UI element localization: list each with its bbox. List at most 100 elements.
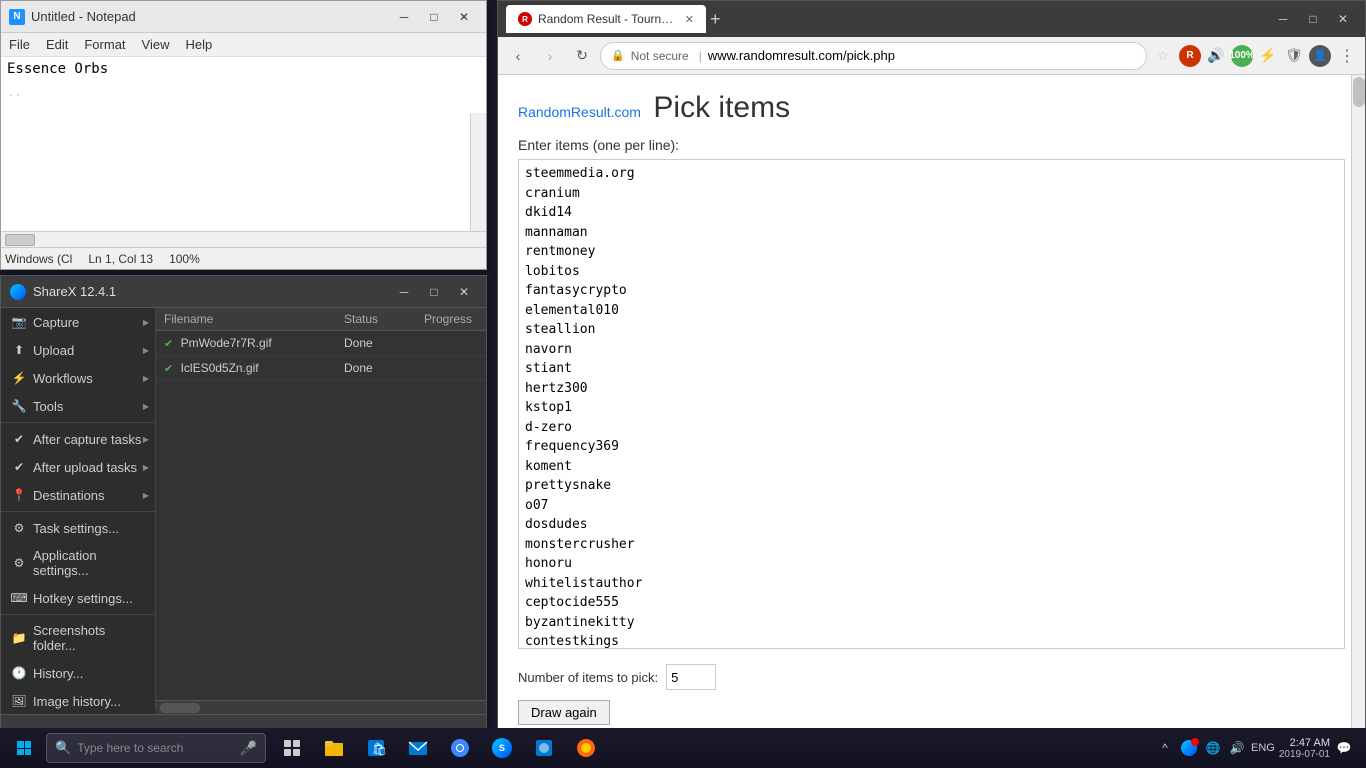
sidebar-item-upload[interactable]: ⬆ Upload	[1, 336, 155, 364]
sidebar-item-capture[interactable]: 📷 Capture	[1, 308, 155, 336]
taskbar-task-view[interactable]	[272, 728, 312, 768]
taskbar-file-explorer[interactable]	[314, 728, 354, 768]
sidebar-tools-label: Tools	[33, 399, 63, 414]
taskbar-voice-icon[interactable]: 🎤	[240, 740, 257, 757]
browser-active-tab[interactable]: R Random Result - Tournament dr... ✕	[506, 5, 706, 33]
row2-status: Done	[344, 361, 424, 375]
taskbar-firefox[interactable]	[566, 728, 606, 768]
browser-vscrollbar[interactable]	[1351, 75, 1365, 761]
destinations-icon: 📍	[11, 487, 27, 503]
col-status: Status	[344, 312, 424, 326]
tray-up-arrow-icon[interactable]: ^	[1155, 738, 1175, 758]
tools-icon: 🔧	[11, 398, 27, 414]
not-secure-label: Not secure	[631, 49, 689, 63]
browser-tab-close-button[interactable]: ✕	[685, 13, 694, 26]
sidebar-item-after-upload[interactable]: ✔ After upload tasks	[1, 453, 155, 481]
draw-again-button[interactable]: Draw again	[518, 700, 610, 725]
tray-notification-icon[interactable]: 💬	[1334, 738, 1354, 758]
notepad-menu-view[interactable]: View	[134, 35, 178, 54]
tray-sharex-icon[interactable]	[1179, 738, 1199, 758]
browser-minimize-button[interactable]: ─	[1269, 8, 1297, 30]
workflows-icon: ⚡	[11, 370, 27, 386]
sidebar-item-tools[interactable]: 🔧 Tools	[1, 392, 155, 420]
security-icon: 🔒	[611, 49, 625, 62]
browser-address-bar[interactable]: 🔒 Not secure | www.randomresult.com/pick…	[600, 42, 1147, 70]
sidebar-item-history[interactable]: 🕐 History...	[1, 659, 155, 687]
sharex-taskbar-icon: S	[492, 738, 512, 758]
sharex-minimize-button[interactable]: ─	[390, 281, 418, 303]
chrome-icon	[450, 738, 470, 758]
sidebar-item-workflows[interactable]: ⚡ Workflows	[1, 364, 155, 392]
sharex-main: Filename Status Progress ✔ PmWode7r7R.gi…	[156, 308, 486, 710]
browser-close-button[interactable]: ✕	[1329, 8, 1357, 30]
ext-icon-4[interactable]: ⚡	[1257, 45, 1279, 67]
taskbar-mail[interactable]	[398, 728, 438, 768]
browser-menu-button[interactable]: ⋮	[1335, 44, 1359, 68]
sidebar-item-screenshots-folder[interactable]: 📁 Screenshots folder...	[1, 617, 155, 659]
notepad-hscrollbar[interactable]	[1, 231, 486, 247]
notepad-minimize-button[interactable]: ─	[390, 6, 418, 28]
start-button[interactable]	[4, 728, 44, 768]
taskbar-photos[interactable]	[524, 728, 564, 768]
windows-logo-icon	[17, 741, 31, 755]
capture-icon: 📷	[11, 314, 27, 330]
notepad-statusbar: Windows (Cl Ln 1, Col 13 100%	[1, 247, 486, 269]
browser-window: R Random Result - Tournament dr... ✕ + ─…	[497, 0, 1366, 760]
notepad-menu-edit[interactable]: Edit	[38, 35, 76, 54]
tray-network-icon[interactable]: 🌐	[1203, 738, 1223, 758]
sidebar-item-after-capture[interactable]: ✔ After capture tasks	[1, 425, 155, 453]
site-link[interactable]: RandomResult.com	[518, 104, 641, 120]
sharex-maximize-button[interactable]: □	[420, 281, 448, 303]
tray-volume-icon[interactable]: 🔊	[1227, 738, 1247, 758]
notepad-maximize-button[interactable]: □	[420, 6, 448, 28]
sidebar-item-image-history[interactable]: 🖼 Image history...	[1, 687, 155, 710]
pick-number-input[interactable]	[666, 664, 716, 690]
browser-forward-button[interactable]: ›	[536, 42, 564, 70]
firefox-icon	[576, 738, 596, 758]
notepad-content: Essence Orbs	[7, 61, 468, 77]
browser-titlebar: R Random Result - Tournament dr... ✕ + ─…	[498, 1, 1365, 37]
notepad-close-button[interactable]: ✕	[450, 6, 478, 28]
sidebar-item-destinations[interactable]: 📍 Destinations	[1, 481, 155, 509]
sharex-hscrollbar[interactable]	[156, 700, 486, 714]
taskbar-search-placeholder: Type here to search	[77, 741, 183, 755]
browser-content: RandomResult.com Pick items Enter items …	[498, 75, 1365, 759]
notepad-menu-format[interactable]: Format	[76, 35, 133, 54]
taskbar-tray: ^ 🌐 🔊 ENG 2:47 AM 2019-07-01 💬	[1147, 737, 1362, 760]
table-row[interactable]: ✔ PmWode7r7R.gif Done	[156, 331, 486, 356]
table-row[interactable]: ✔ IclES0d5Zn.gif Done	[156, 356, 486, 381]
browser-header: RandomResult.com Pick items	[518, 91, 1345, 125]
tray-language[interactable]: ENG	[1251, 742, 1275, 754]
ext-icon-shield[interactable]: 100%	[1231, 45, 1253, 67]
sharex-notification-badge	[1191, 738, 1199, 746]
sidebar-hotkey-label: Hotkey settings...	[33, 591, 133, 606]
notepad-menu-help[interactable]: Help	[177, 35, 220, 54]
browser-maximize-button[interactable]: □	[1299, 8, 1327, 30]
ext-icon-volume[interactable]: 🔊	[1205, 45, 1227, 67]
taskbar-sharex-app[interactable]: S	[482, 728, 522, 768]
browser-new-tab-button[interactable]: +	[710, 9, 721, 30]
sidebar-item-app-settings[interactable]: ⚙ Application settings...	[1, 542, 155, 584]
browser-bookmark-button[interactable]: ☆	[1151, 44, 1175, 68]
sharex-title: ShareX 12.4.1	[33, 284, 390, 299]
browser-refresh-button[interactable]: ↻	[568, 42, 596, 70]
taskbar-search-bar[interactable]: 🔍 Type here to search 🎤	[46, 733, 266, 763]
items-label: Enter items (one per line):	[518, 137, 1345, 153]
taskbar-chrome[interactable]	[440, 728, 480, 768]
tray-date-display: 2019-07-01	[1279, 749, 1330, 760]
sharex-sidebar: 📷 Capture ⬆ Upload ⚡ Workflows 🔧 Tools ✔…	[1, 308, 156, 710]
tray-clock[interactable]: 2:47 AM 2019-07-01	[1279, 737, 1330, 760]
ext-icon-profile[interactable]: 👤	[1309, 45, 1331, 67]
notepad-icon: N	[9, 9, 25, 25]
sidebar-item-task-settings[interactable]: ⚙ Task settings...	[1, 514, 155, 542]
ext-icon-1[interactable]: R	[1179, 45, 1201, 67]
taskbar-store[interactable]: 🛍	[356, 728, 396, 768]
sharex-close-button[interactable]: ✕	[450, 281, 478, 303]
items-textarea[interactable]	[518, 159, 1345, 649]
sidebar-item-hotkey-settings[interactable]: ⌨ Hotkey settings...	[1, 584, 155, 612]
notepad-menu-file[interactable]: File	[1, 35, 38, 54]
sharex-titlebar: ShareX 12.4.1 ─ □ ✕	[1, 276, 486, 308]
browser-back-button[interactable]: ‹	[504, 42, 532, 70]
notepad-dots: ..	[7, 85, 468, 99]
ext-icon-5[interactable]: 🛡	[1283, 45, 1305, 67]
